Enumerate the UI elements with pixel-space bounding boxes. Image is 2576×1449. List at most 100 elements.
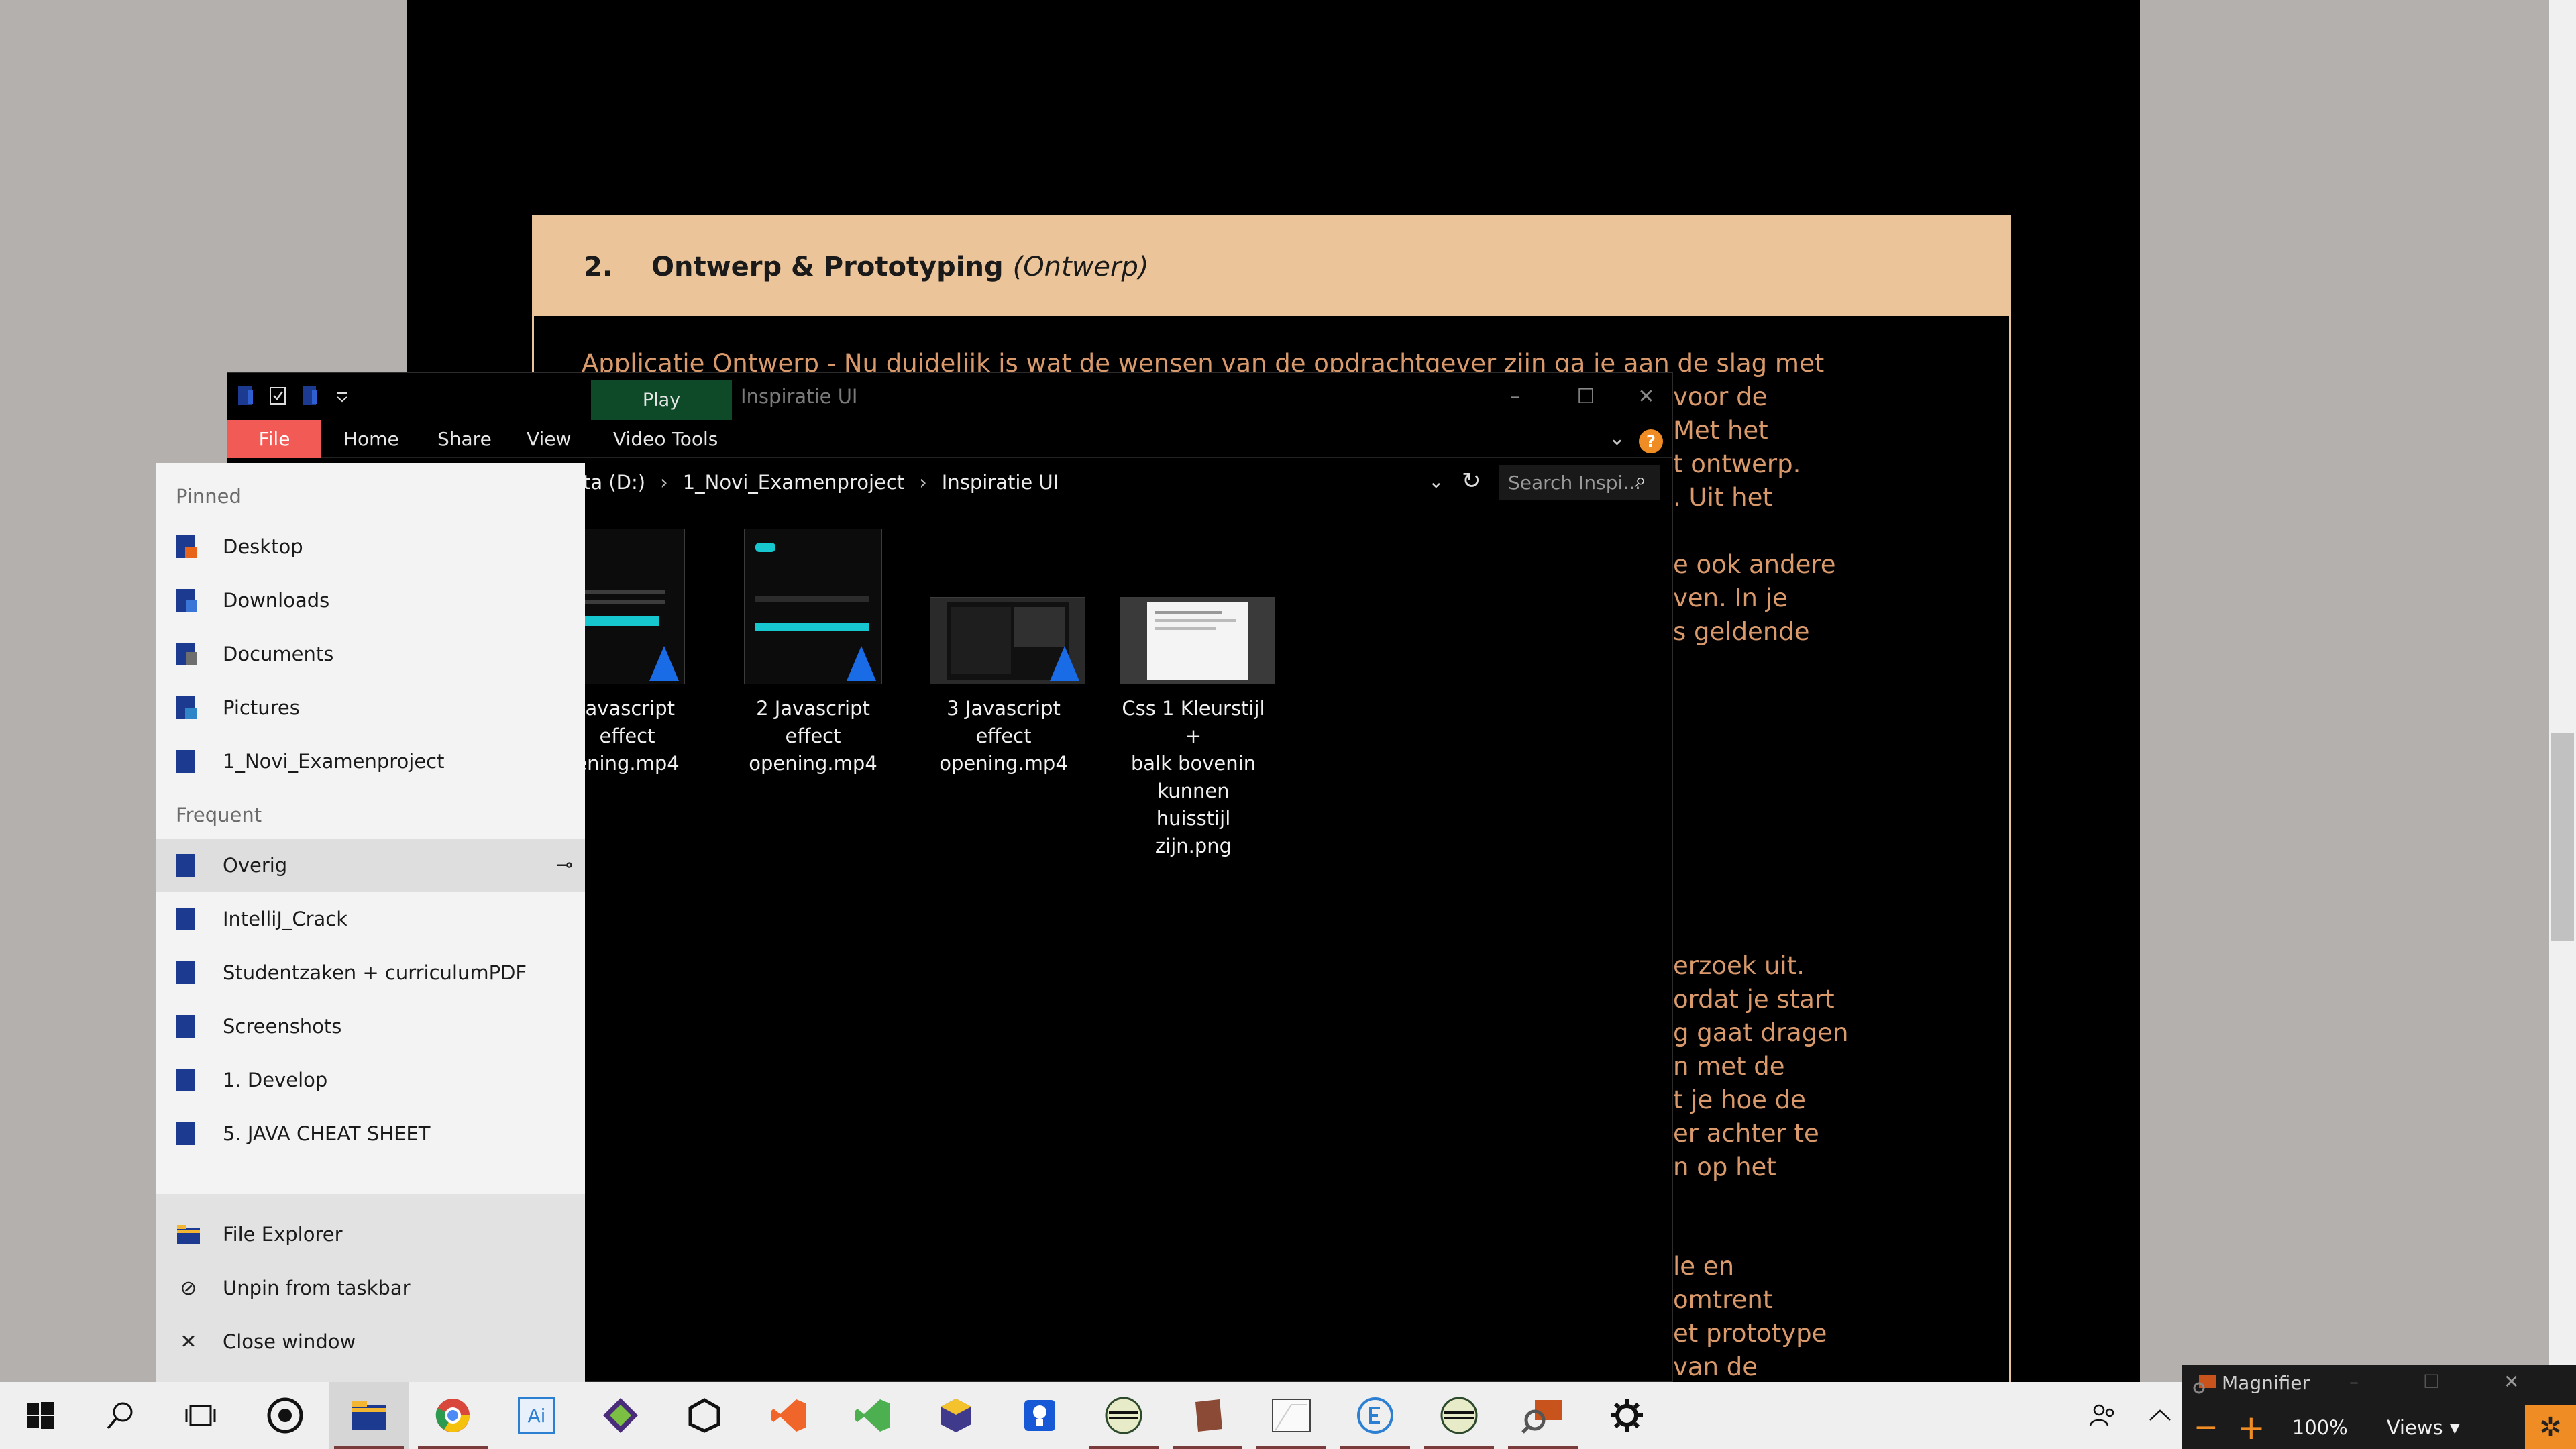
jumplist-item-overig[interactable]: Overig ⊸ (156, 839, 585, 892)
maximize-button[interactable]: ☐ (2423, 1371, 2440, 1393)
magnifier-title: Magnifier (2222, 1372, 2310, 1394)
taskbar-chrome[interactable] (413, 1382, 493, 1449)
new-folder-icon[interactable] (301, 385, 319, 407)
file-item[interactable]: Css 1 Kleurstijl + balk bovenin kunnen h… (1120, 529, 1275, 860)
document-scrollbar[interactable] (2549, 0, 2576, 1449)
customize-toolbar-icon[interactable] (333, 385, 351, 407)
jumplist-item-downloads[interactable]: Downloads (156, 574, 585, 627)
start-button[interactable] (0, 1382, 80, 1449)
window-app-icon (1272, 1399, 1311, 1432)
close-button[interactable]: ✕ (1619, 380, 1673, 413)
running-indicator (1173, 1446, 1242, 1449)
chevron-down-icon[interactable]: ⌄ (1609, 427, 1625, 450)
breadcrumb-separator-icon[interactable]: › (660, 471, 668, 494)
jumplist-item-studentzaken[interactable]: Studentzaken + curriculumPDF (156, 946, 585, 1000)
close-window-button[interactable]: ✕ Close window (156, 1315, 585, 1368)
jumplist-item-label: Desktop (223, 535, 303, 558)
steam-icon (267, 1397, 303, 1434)
file-item[interactable]: 2 Javascript effect opening.mp4 (739, 529, 887, 777)
help-icon[interactable]: ? (1639, 429, 1663, 453)
pin-icon[interactable]: ⊸ (556, 853, 573, 877)
chevron-down-icon[interactable]: ▼ (2450, 1419, 2460, 1436)
jumplist-item-pictures[interactable]: Pictures (156, 681, 585, 735)
magnifier-icon (1521, 1400, 1562, 1434)
taskbar-steam[interactable] (245, 1382, 325, 1449)
unpin-from-taskbar-button[interactable]: ⊘ Unpin from taskbar (156, 1261, 585, 1315)
doc-line: er achter te (1673, 1119, 1819, 1148)
doc-line: ven. In je (1673, 584, 1788, 612)
taskbar-lightbulb-app[interactable] (1000, 1382, 1080, 1449)
views-dropdown[interactable]: Views (2387, 1416, 2443, 1439)
file-item[interactable]: 3 Javascript effect opening.mp4 (930, 529, 1085, 777)
taskbar-app-stripes[interactable] (1083, 1382, 1164, 1449)
jumplist-item-documents[interactable]: Documents (156, 627, 585, 681)
taskbar-file-explorer[interactable] (329, 1382, 409, 1449)
vlc-icon (649, 646, 679, 681)
breadcrumb-current[interactable]: Inspiratie UI (942, 471, 1059, 494)
taskbar-app-diamond[interactable] (580, 1382, 661, 1449)
folder-icon (176, 1122, 195, 1145)
jumplist-item-intellij[interactable]: IntelliJ_Crack (156, 892, 585, 946)
video-thumbnail (744, 529, 882, 684)
folder-icon[interactable] (237, 385, 254, 407)
play-contextual-tab[interactable]: Play (591, 380, 732, 420)
doc-line: n met de (1673, 1052, 1785, 1081)
close-button[interactable]: ✕ (2504, 1371, 2519, 1393)
doc-line: et prototype (1673, 1319, 1827, 1348)
jumplist-item-java-cheat-sheet[interactable]: 5. JAVA CHEAT SHEET (156, 1107, 585, 1161)
taskbar-visual-studio[interactable] (748, 1382, 828, 1449)
taskbar-magnifier[interactable] (1503, 1382, 1583, 1449)
tab-home[interactable]: Home (343, 420, 399, 458)
jumplist-item-label: Downloads (223, 589, 330, 612)
visual-studio-icon (771, 1399, 806, 1432)
properties-icon[interactable] (269, 385, 286, 407)
address-bar[interactable]: ta (D:) › 1_Novi_Examenproject › Inspira… (576, 465, 1491, 500)
zoom-in-icon[interactable]: + (2237, 1408, 2265, 1447)
address-history-dropdown-icon[interactable]: ⌄ (1428, 470, 1444, 492)
thumbnail-image (1120, 598, 1275, 684)
taskbar-app-window[interactable] (1251, 1382, 1332, 1449)
breadcrumb-separator-icon[interactable]: › (919, 471, 927, 494)
tab-share[interactable]: Share (437, 420, 492, 458)
task-view-button[interactable] (161, 1382, 241, 1449)
action-label: Unpin from taskbar (223, 1277, 411, 1299)
taskbar-vscode[interactable] (832, 1382, 912, 1449)
doc-line: e ook andere (1673, 550, 1836, 579)
doc-line: . Uit het (1673, 483, 1772, 512)
search-icon[interactable]: ⌕ (1635, 469, 1646, 492)
running-indicator (334, 1446, 404, 1449)
taskbar-settings[interactable] (1587, 1382, 1667, 1449)
jumplist-item-screenshots[interactable]: Screenshots (156, 1000, 585, 1053)
taskbar-illustrator[interactable]: Ai (496, 1382, 577, 1449)
breadcrumb-project[interactable]: 1_Novi_Examenproject (683, 471, 904, 494)
jumplist-item-examenproject[interactable]: 1_Novi_Examenproject (156, 735, 585, 788)
taskbar-app-stripes-2[interactable] (1419, 1382, 1499, 1449)
magnifier-settings-button[interactable]: ✲ (2525, 1405, 2576, 1449)
refresh-icon[interactable]: ↻ (1462, 468, 1481, 494)
open-file-explorer-button[interactable]: File Explorer (156, 1208, 585, 1261)
tab-view[interactable]: View (527, 420, 571, 458)
taskbar-app-copper[interactable] (1167, 1382, 1248, 1449)
minimize-button[interactable]: – (1489, 380, 1542, 413)
tab-video-tools[interactable]: Video Tools (613, 420, 718, 458)
doc-line: omtrent (1673, 1285, 1773, 1314)
action-label: File Explorer (223, 1223, 343, 1246)
doc-line: ordat je start (1673, 985, 1835, 1014)
taskbar-unity[interactable] (664, 1382, 745, 1449)
scrollbar-thumb[interactable] (2551, 733, 2574, 941)
tab-file[interactable]: File (227, 420, 321, 458)
taskbar-cube-app[interactable] (916, 1382, 996, 1449)
jumplist-item-label: Studentzaken + curriculumPDF (223, 961, 527, 984)
magnifier-controls: − + 100% Views ▼ (2182, 1405, 2576, 1449)
windows-logo-icon (27, 1402, 54, 1429)
zoom-out-icon[interactable]: − (2194, 1410, 2218, 1444)
search-button[interactable] (80, 1382, 161, 1449)
jumplist-item-desktop[interactable]: Desktop (156, 520, 585, 574)
title-bar[interactable]: Play Inspiratie UI – ☐ ✕ (227, 373, 1672, 420)
breadcrumb-drive[interactable]: ta (D:) (583, 471, 645, 494)
jumplist-item-develop[interactable]: 1. Develop (156, 1053, 585, 1107)
minimize-button[interactable]: – (2349, 1371, 2359, 1393)
maximize-button[interactable]: ☐ (1559, 380, 1613, 413)
taskbar-app-e[interactable] (1335, 1382, 1415, 1449)
file-explorer-icon (177, 1225, 200, 1244)
